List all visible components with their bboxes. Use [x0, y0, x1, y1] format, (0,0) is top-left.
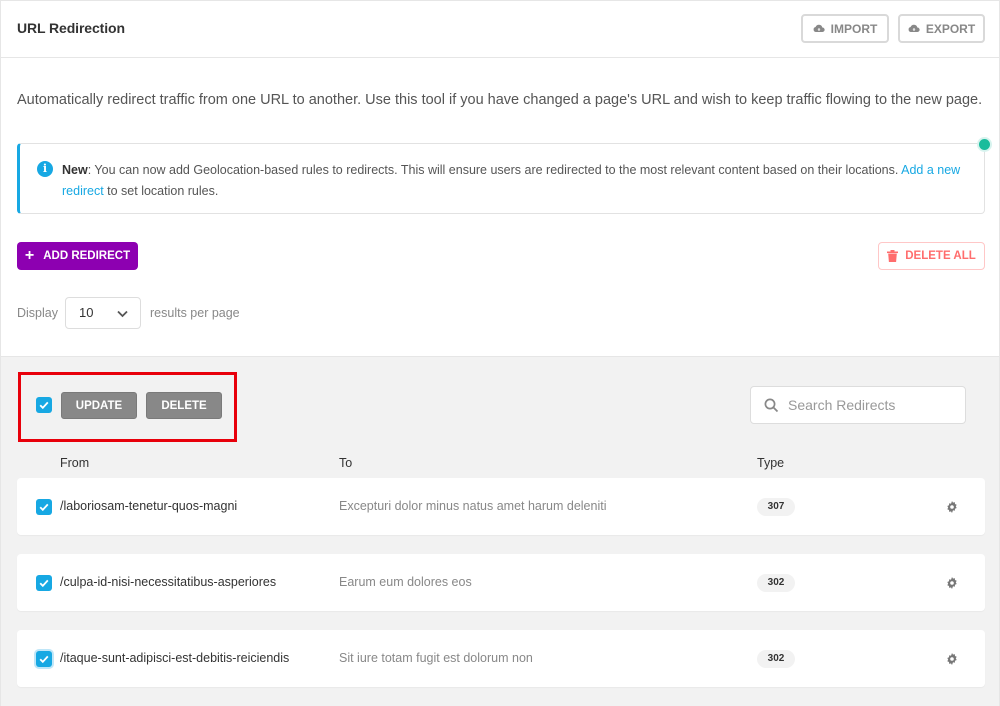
- display-label: Display: [17, 306, 58, 320]
- status-dot: [977, 137, 992, 152]
- gear-icon[interactable]: [946, 653, 958, 665]
- search-input[interactable]: [788, 395, 958, 415]
- add-redirect-label: ADD REDIRECT: [43, 250, 131, 262]
- plus-icon: +: [24, 247, 35, 264]
- add-redirect-button[interactable]: + ADD REDIRECT: [17, 242, 138, 270]
- redirect-to: Excepturi dolor minus natus amet harum d…: [339, 499, 607, 513]
- redirect-to: Earum eum dolores eos: [339, 575, 472, 589]
- checkmark-icon: [39, 503, 49, 512]
- chevron-down-icon: [117, 310, 128, 318]
- redirect-from: /culpa-id-nisi-necessitatibus-asperiores: [60, 575, 277, 589]
- export-button[interactable]: EXPORT: [898, 14, 985, 43]
- redirect-type-badge: 307: [757, 498, 795, 516]
- notice-body: : You can now add Geolocation-based rule…: [87, 163, 902, 177]
- redirect-to: Sit iure totam fugit est dolorum non: [339, 651, 533, 665]
- redirect-from: /laboriosam-tenetur-quos-magni: [60, 499, 238, 513]
- results-per-page-label: results per page: [150, 306, 240, 320]
- gear-icon[interactable]: [946, 577, 958, 589]
- info-icon: i: [37, 161, 53, 177]
- table-row[interactable]: /laboriosam-tenetur-quos-magni Excepturi…: [17, 478, 985, 535]
- row-checkbox[interactable]: [36, 651, 52, 667]
- redirect-from: /itaque-sunt-adipisci-est-debitis-reicie…: [60, 651, 290, 665]
- table-row[interactable]: /culpa-id-nisi-necessitatibus-asperiores…: [17, 554, 985, 611]
- cloud-upload-icon: [813, 24, 825, 32]
- checkmark-icon: [39, 655, 49, 664]
- checkmark-icon: [39, 579, 49, 588]
- delete-all-button[interactable]: DELETE ALL: [878, 242, 985, 270]
- column-header-from: From: [60, 456, 90, 470]
- notice-text: New: You can now add Geolocation-based r…: [62, 160, 974, 202]
- delete-button[interactable]: DELETE: [146, 392, 222, 419]
- checkmark-icon: [39, 401, 49, 410]
- import-button[interactable]: IMPORT: [801, 14, 889, 43]
- trash-icon: [887, 250, 899, 262]
- column-header-to: To: [339, 456, 353, 470]
- page-description: Automatically redirect traffic from one …: [17, 92, 983, 108]
- search-box[interactable]: [750, 386, 966, 424]
- table-row[interactable]: /itaque-sunt-adipisci-est-debitis-reicie…: [17, 630, 985, 687]
- notice-lead: New: [62, 163, 88, 177]
- notice-tail: to set location rules.: [103, 184, 219, 198]
- column-header-type: Type: [757, 456, 785, 470]
- cloud-download-icon: [908, 24, 920, 32]
- url-redirection-panel: URL Redirection IMPORT EXPORT Automatica…: [0, 0, 1000, 706]
- results-per-page-value: 10: [79, 305, 94, 320]
- redirect-type-badge: 302: [757, 574, 795, 592]
- geolocation-notice: i New: You can now add Geolocation-based…: [17, 143, 985, 214]
- export-label: EXPORT: [925, 21, 976, 36]
- import-label: IMPORT: [830, 21, 878, 36]
- redirect-type-badge: 302: [757, 650, 795, 668]
- select-all-checkbox[interactable]: [36, 397, 52, 413]
- row-checkbox[interactable]: [36, 575, 52, 591]
- page-title: URL Redirection: [17, 20, 125, 36]
- delete-all-label: DELETE ALL: [905, 250, 976, 262]
- results-per-page-select[interactable]: 10: [65, 297, 141, 329]
- update-button[interactable]: UPDATE: [61, 392, 137, 419]
- panel-header: URL Redirection IMPORT EXPORT: [1, 1, 999, 58]
- gear-icon[interactable]: [946, 501, 958, 513]
- search-icon: [764, 398, 779, 413]
- row-checkbox[interactable]: [36, 499, 52, 515]
